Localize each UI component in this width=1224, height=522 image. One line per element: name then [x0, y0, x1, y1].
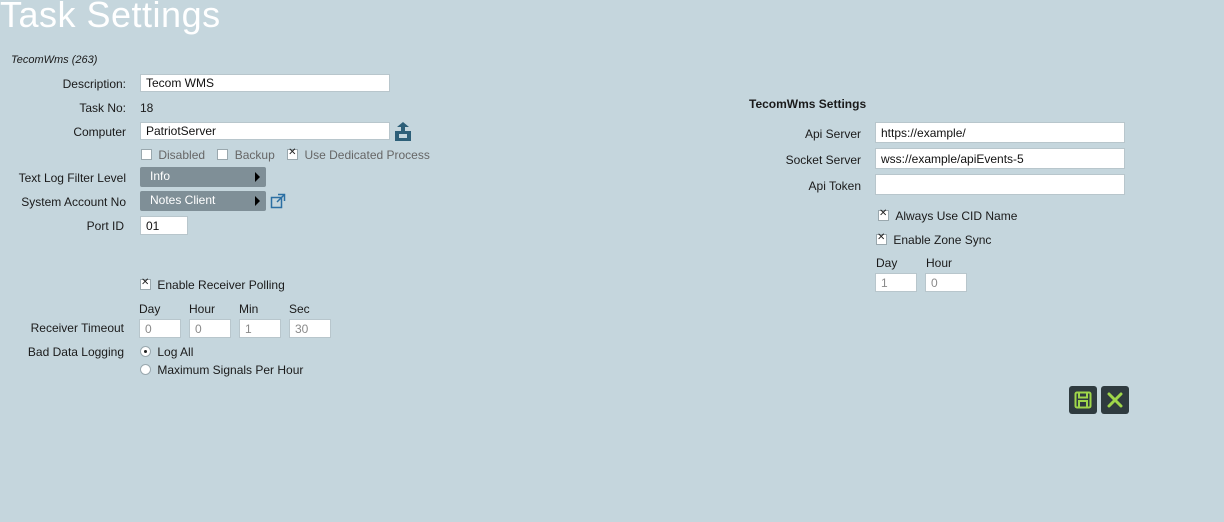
disabled-checkbox[interactable] [141, 149, 152, 161]
zone-sync-label: Enable Zone Sync [893, 232, 992, 247]
bad-data-label: Bad Data Logging [27, 345, 124, 359]
disabled-label: Disabled [158, 147, 206, 162]
api-server-input[interactable] [875, 122, 1125, 143]
page-title: Task Settings [0, 0, 221, 35]
dedicated-process-label: Use Dedicated Process [304, 147, 430, 162]
socket-server-input[interactable] [875, 148, 1125, 169]
timeout-hour-label: Hour [189, 302, 216, 316]
max-signals-radio[interactable] [140, 364, 151, 376]
socket-server-label: Socket Server [785, 153, 861, 167]
always-cid-checkbox[interactable] [878, 208, 889, 222]
timeout-day-input[interactable] [139, 319, 181, 338]
external-link-icon[interactable] [270, 193, 286, 209]
receiver-timeout-label: Receiver Timeout [30, 321, 124, 335]
description-input[interactable] [140, 74, 390, 92]
log-filter-label: Text Log Filter Level [18, 171, 126, 185]
backup-checkbox[interactable] [217, 149, 229, 161]
dropdown-arrow-icon [255, 196, 260, 206]
sync-hour-input[interactable] [925, 273, 967, 292]
timeout-sec-label: Sec [289, 302, 310, 316]
log-all-radio[interactable] [140, 346, 151, 358]
close-icon [1107, 392, 1123, 408]
port-id-input[interactable] [140, 216, 188, 235]
port-id-label: Port ID [86, 219, 124, 233]
sync-day-label: Day [876, 256, 898, 270]
system-account-dropdown[interactable]: Notes Client [140, 191, 266, 211]
section-title: TecomWms Settings [749, 97, 867, 111]
api-server-label: Api Server [804, 127, 861, 141]
sync-hour-label: Hour [926, 256, 953, 270]
zone-sync-checkbox[interactable] [876, 232, 887, 246]
log-all-label: Log All [157, 344, 194, 359]
log-filter-dropdown[interactable]: Info [140, 167, 266, 187]
system-account-label: System Account No [21, 195, 126, 209]
timeout-day-label: Day [139, 302, 161, 316]
timeout-min-input[interactable] [239, 319, 281, 338]
cancel-button[interactable] [1101, 386, 1129, 414]
always-cid-label: Always Use CID Name [895, 208, 1018, 223]
dedicated-process-checkbox[interactable] [287, 147, 299, 161]
dropdown-arrow-icon [255, 172, 260, 182]
computer-input[interactable] [140, 122, 390, 140]
receiver-polling-checkbox[interactable] [140, 277, 151, 291]
timeout-sec-input[interactable] [289, 319, 331, 338]
receiver-polling-label: Enable Receiver Polling [157, 277, 285, 292]
backup-label: Backup [234, 147, 275, 162]
task-no-label: Task No: [79, 101, 126, 115]
task-subtitle: TecomWms (263) [11, 54, 98, 66]
computer-transfer-icon[interactable] [394, 120, 412, 142]
timeout-hour-input[interactable] [189, 319, 231, 338]
max-signals-label: Maximum Signals Per Hour [157, 362, 304, 377]
task-no-value: 18 [140, 101, 154, 115]
timeout-min-label: Min [239, 302, 259, 316]
api-token-input[interactable] [875, 174, 1125, 195]
save-icon [1074, 391, 1092, 409]
description-label: Description: [62, 77, 126, 91]
log-filter-value: Info [150, 169, 171, 183]
computer-label: Computer [73, 125, 126, 139]
system-account-value: Notes Client [150, 193, 216, 207]
sync-day-input[interactable] [875, 273, 917, 292]
api-token-label: Api Token [808, 179, 861, 193]
save-button[interactable] [1069, 386, 1097, 414]
